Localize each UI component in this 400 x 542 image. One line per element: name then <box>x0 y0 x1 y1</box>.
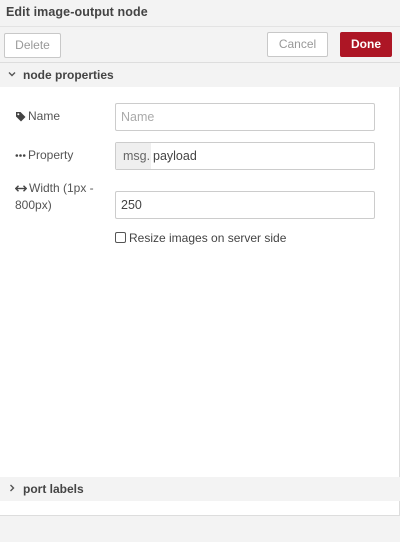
name-input[interactable] <box>115 103 375 131</box>
width-input[interactable] <box>115 191 375 219</box>
resize-checkbox-label[interactable]: Resize images on server side <box>129 230 286 246</box>
property-label-text: Property <box>28 148 74 162</box>
property-label: Property <box>15 147 73 164</box>
resize-checkbox[interactable] <box>115 232 126 243</box>
width-label: Width (1px - 800px) <box>15 180 110 214</box>
property-value[interactable]: payload <box>153 143 197 169</box>
tray-toolbar: Delete Cancel Done <box>0 27 400 63</box>
property-type-prefix[interactable]: msg. <box>116 143 151 169</box>
tag-icon <box>16 112 26 122</box>
delete-button[interactable]: Delete <box>4 33 61 58</box>
name-label: Name <box>15 108 60 125</box>
arrows-h-icon <box>15 185 27 193</box>
done-button[interactable]: Done <box>340 32 392 57</box>
tray-header: Edit image-output node <box>0 0 400 27</box>
section-node-properties-label: node properties <box>23 68 114 82</box>
ellipsis-icon <box>15 154 26 158</box>
chevron-down-icon <box>8 72 16 77</box>
cancel-button[interactable]: Cancel <box>267 32 328 57</box>
section-port-labels[interactable]: port labels <box>0 477 400 501</box>
edit-node-tray: Edit image-output node Delete Cancel Don… <box>0 0 400 542</box>
property-typed-input[interactable]: msg. payload <box>115 142 375 170</box>
section-port-labels-label: port labels <box>23 482 84 496</box>
section-node-properties[interactable]: node properties <box>0 63 400 87</box>
chevron-right-icon <box>10 484 15 492</box>
tray-title: Edit image-output node <box>6 5 148 19</box>
tray-footer <box>0 515 400 542</box>
name-label-text: Name <box>28 109 61 123</box>
